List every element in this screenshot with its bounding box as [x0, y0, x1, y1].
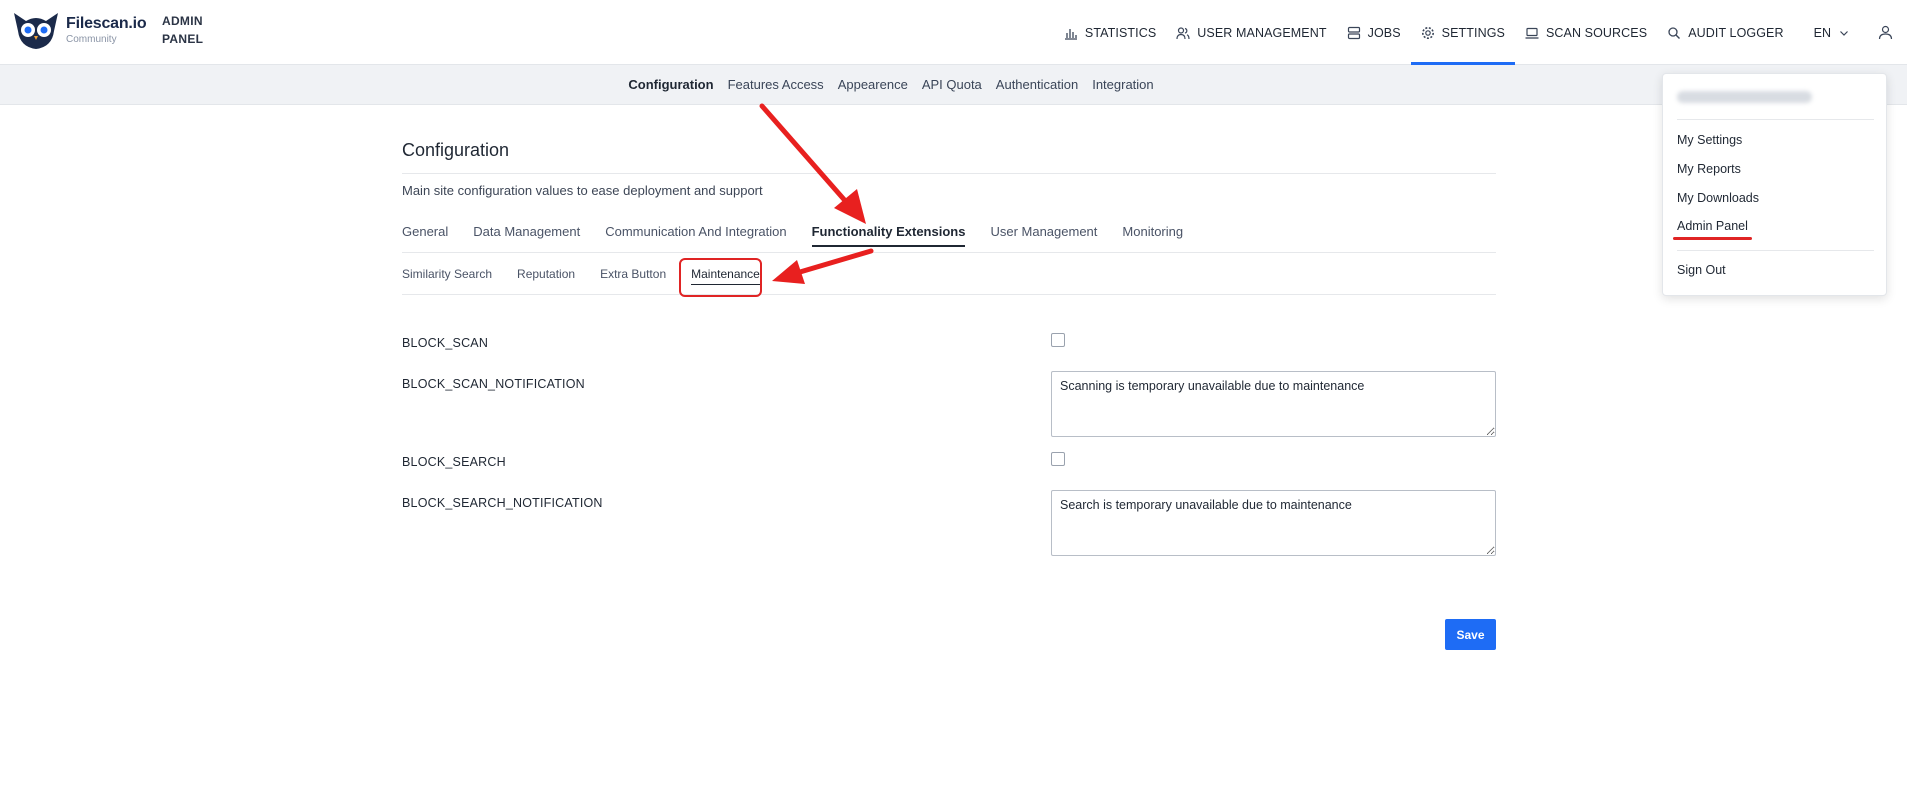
- owl-logo-icon: [14, 13, 58, 49]
- gear-icon: [1421, 26, 1434, 39]
- nav-statistics[interactable]: STATISTICS: [1054, 0, 1166, 65]
- block-search-notification-input[interactable]: Search is temporary unavailable due to m…: [1051, 490, 1496, 556]
- tab-communication-and-integration[interactable]: Communication And Integration: [605, 219, 786, 253]
- tab-functionality-extensions[interactable]: Functionality Extensions: [811, 219, 965, 253]
- user-menu-button[interactable]: [1863, 0, 1907, 65]
- chevron-down-icon: [1840, 30, 1848, 36]
- user-dropdown-menu: My Settings My Reports My Downloads Admi…: [1662, 73, 1887, 296]
- user-icon: [1878, 25, 1892, 40]
- language-label: EN: [1813, 25, 1831, 40]
- block-scan-checkbox[interactable]: [1051, 333, 1065, 347]
- nav-settings-label: SETTINGS: [1441, 25, 1505, 40]
- language-selector[interactable]: EN: [1794, 0, 1863, 65]
- save-button[interactable]: Save: [1445, 619, 1496, 650]
- tab-data-management[interactable]: Data Management: [473, 219, 580, 253]
- config-tabs: General Data Management Communication An…: [402, 219, 1496, 253]
- nav-user-management-label: USER MANAGEMENT: [1197, 25, 1327, 40]
- subnav-appearence[interactable]: Appearence: [838, 77, 908, 92]
- subtab-reputation[interactable]: Reputation: [517, 267, 575, 281]
- block-search-checkbox[interactable]: [1051, 452, 1065, 466]
- menu-item-my-reports[interactable]: My Reports: [1677, 162, 1741, 176]
- page-title: Configuration: [402, 140, 1496, 174]
- top-header: Filescan.io Community ADMIN PANEL STATIS…: [0, 0, 1907, 65]
- field-label: BLOCK_SEARCH: [402, 455, 506, 469]
- subtab-extra-button[interactable]: Extra Button: [600, 267, 666, 281]
- menu-item-my-downloads[interactable]: My Downloads: [1677, 191, 1759, 205]
- divider: [1677, 119, 1874, 120]
- subnav-integration[interactable]: Integration: [1092, 77, 1153, 92]
- subnav-authentication[interactable]: Authentication: [996, 77, 1078, 92]
- nav-scan-sources-label: SCAN SOURCES: [1545, 25, 1648, 40]
- users-icon: [1176, 26, 1190, 39]
- tab-user-management[interactable]: User Management: [990, 219, 1097, 253]
- subtab-similarity-search[interactable]: Similarity Search: [402, 267, 492, 281]
- laptop-icon: [1525, 27, 1539, 39]
- extension-subtabs: Similarity Search Reputation Extra Butto…: [402, 253, 1496, 295]
- tab-monitoring[interactable]: Monitoring: [1122, 219, 1183, 253]
- admin-panel-highlight-underline: [1673, 237, 1752, 240]
- nav-jobs-label: JOBS: [1367, 25, 1401, 40]
- nav-audit-logger-label: AUDIT LOGGER: [1688, 25, 1784, 40]
- nav-scan-sources[interactable]: SCAN SOURCES: [1515, 0, 1657, 65]
- nav-statistics-label: STATISTICS: [1084, 25, 1157, 40]
- nav-settings[interactable]: SETTINGS: [1410, 0, 1516, 65]
- subnav-features-access[interactable]: Features Access: [728, 77, 824, 92]
- brand-name: Filescan.io: [66, 14, 147, 32]
- menu-item-admin-panel[interactable]: Admin Panel: [1677, 219, 1748, 233]
- tab-general[interactable]: General: [402, 219, 448, 253]
- field-label: BLOCK_SEARCH_NOTIFICATION: [402, 496, 603, 510]
- maintenance-highlight-box: [679, 258, 762, 297]
- field-label: BLOCK_SCAN_NOTIFICATION: [402, 377, 585, 391]
- block-scan-notification-input[interactable]: Scanning is temporary unavailable due to…: [1051, 371, 1496, 437]
- main-nav: STATISTICS USER MANAGEMENT JOBS SETTINGS…: [1054, 0, 1907, 65]
- logo[interactable]: Filescan.io Community: [12, 9, 147, 51]
- nav-audit-logger[interactable]: AUDIT LOGGER: [1657, 0, 1793, 65]
- menu-item-sign-out[interactable]: Sign Out: [1677, 263, 1726, 277]
- subnav-configuration[interactable]: Configuration: [628, 77, 713, 92]
- subnav-api-quota[interactable]: API Quota: [922, 77, 982, 92]
- main-content: Configuration Main site configuration va…: [402, 140, 1496, 650]
- page-description: Main site configuration values to ease d…: [402, 183, 763, 198]
- divider: [1677, 250, 1874, 251]
- bar-chart-icon: [1064, 28, 1077, 40]
- admin-panel-label: ADMIN PANEL: [162, 14, 204, 46]
- search-icon: [1668, 26, 1681, 39]
- menu-item-my-settings[interactable]: My Settings: [1677, 133, 1742, 147]
- annotation-arrows: [759, 103, 874, 284]
- settings-subnav: Configuration Features Access Appearence…: [0, 65, 1907, 105]
- server-icon: [1347, 26, 1360, 39]
- nav-jobs[interactable]: JOBS: [1337, 0, 1411, 65]
- field-label: BLOCK_SCAN: [402, 336, 489, 350]
- brand-edition: Community: [66, 33, 117, 45]
- nav-user-management[interactable]: USER MANAGEMENT: [1166, 0, 1336, 65]
- blurred-email: [1677, 91, 1812, 103]
